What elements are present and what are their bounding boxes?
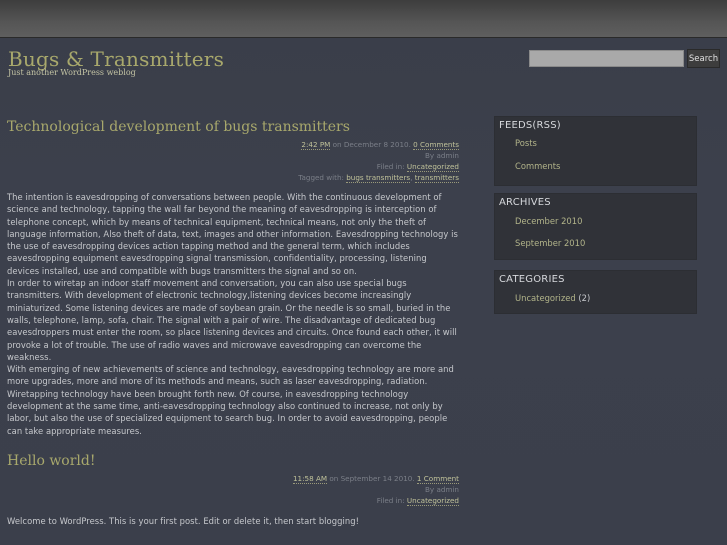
widget-title: ARCHIVES — [499, 197, 551, 208]
post-date: on December 8 2010. — [330, 140, 414, 149]
tag-link[interactable]: bugs transmitters — [346, 173, 411, 183]
post-date: on September 14 2010. — [327, 473, 417, 483]
post-author: By admin — [425, 151, 459, 160]
post: Hello world! 11:58 AM on September 14 20… — [7, 451, 459, 527]
post-time[interactable]: 11:58 AM — [292, 473, 328, 484]
post-title[interactable]: Hello world! — [7, 451, 459, 471]
post-paragraph: The intention is eavesdropping of conver… — [7, 192, 458, 276]
archive-link[interactable]: September 2010 — [515, 238, 585, 248]
search-button[interactable]: Search — [687, 49, 720, 68]
post-body: The intention is eavesdropping of conver… — [7, 191, 459, 437]
post-author: By admin — [425, 484, 459, 494]
comments-link[interactable]: 1 Comment — [416, 473, 459, 484]
category-link[interactable]: Uncategorized — [406, 495, 459, 506]
widget-title: CATEGORIES — [499, 274, 565, 285]
category-item: Uncategorized (2) — [515, 293, 590, 303]
post-paragraph: Welcome to WordPress. This is your first… — [7, 515, 359, 526]
post-time[interactable]: 2:42 PM — [301, 140, 331, 150]
archive-link[interactable]: December 2010 — [515, 216, 582, 226]
tag-link[interactable]: transmitters — [414, 173, 459, 183]
post-meta: 2:42 PM on December 8 2010. 0 Comments B… — [7, 139, 459, 183]
post-body: Welcome to WordPress. This is your first… — [7, 515, 459, 527]
post-meta: 11:58 AM on September 14 2010. 1 Comment… — [7, 473, 459, 506]
post-paragraph: In order to wiretap an indoor staff move… — [7, 278, 457, 362]
archives-widget: ARCHIVES December 2010 September 2010 — [494, 193, 697, 260]
categories-widget: CATEGORIES Uncategorized (2) — [494, 270, 697, 314]
post-title[interactable]: Technological development of bugs transm… — [7, 117, 459, 137]
category-count: (2) — [578, 293, 591, 303]
category-link[interactable]: Uncategorized — [406, 162, 459, 172]
category-link[interactable]: Uncategorized — [515, 293, 576, 303]
feed-link-posts[interactable]: Posts — [515, 138, 537, 148]
main-content: Technological development of bugs transm… — [7, 113, 459, 527]
post-paragraph: With emerging of new achievements of sci… — [7, 364, 454, 436]
feed-link-comments[interactable]: Comments — [515, 161, 560, 171]
widget-title: FEEDS(RSS) — [499, 120, 561, 131]
filed-label: Filed in: — [376, 162, 407, 171]
top-bar — [0, 0, 727, 38]
comments-link[interactable]: 0 Comments — [413, 140, 459, 150]
site-header: Bugs & Transmitters Just another WordPre… — [8, 46, 224, 77]
search-input[interactable] — [529, 50, 684, 67]
post: Technological development of bugs transm… — [7, 117, 459, 437]
feeds-widget: FEEDS(RSS) Posts Comments — [494, 116, 697, 186]
filed-label: Filed in: — [376, 495, 407, 505]
tagged-label: Tagged with: — [298, 173, 347, 182]
